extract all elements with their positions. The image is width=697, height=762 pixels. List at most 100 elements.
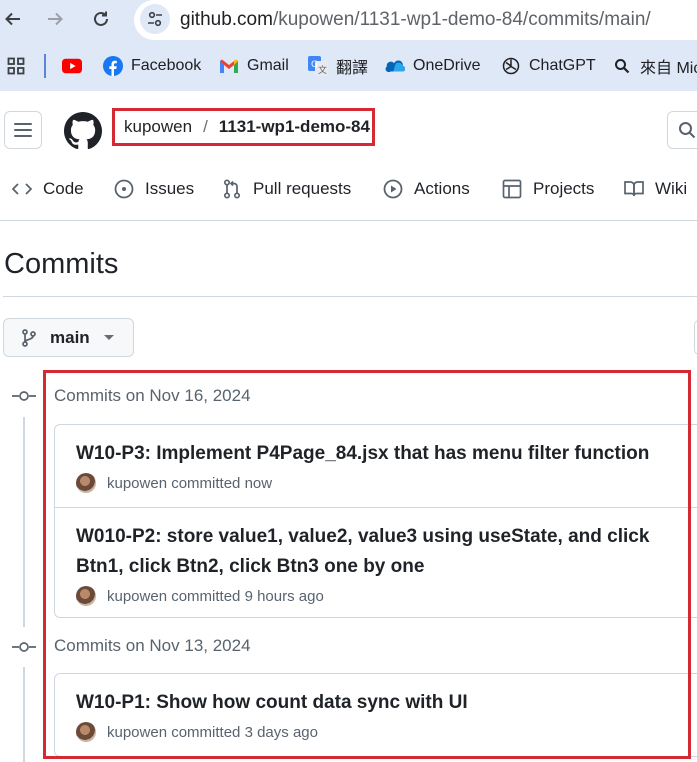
tab-label-actions: Actions <box>414 179 470 198</box>
bookmark-microsoft[interactable]: 來自 Mic <box>612 56 697 77</box>
bookmark-facebook[interactable]: Facebook <box>103 56 201 76</box>
path-separator: / <box>203 117 208 136</box>
repo-breadcrumb: kupowen / 1131-wp1-demo-84 <box>112 108 375 146</box>
commit-action: committed <box>171 474 241 492</box>
bookmark-youtube[interactable] <box>62 56 90 76</box>
bookmark-label-translate: 翻譯 <box>336 60 369 77</box>
browser-address-bar: github.com/kupowen/1131-wp1-demo-84/comm… <box>0 0 697 40</box>
title-divider <box>3 296 697 297</box>
bookmark-label-onedrive: OneDrive <box>413 57 481 74</box>
chatgpt-icon <box>501 56 521 76</box>
play-icon <box>383 179 403 199</box>
git-branch-icon <box>20 328 38 347</box>
onedrive-icon <box>385 56 405 76</box>
arrow-left-icon <box>5 12 20 26</box>
commit-list: W10-P3: Implement P4Page_84.jsx that has… <box>54 424 697 618</box>
avatar[interactable] <box>76 473 96 493</box>
bookmark-onedrive[interactable]: OneDrive <box>385 56 481 76</box>
tab-label-projects: Projects <box>533 179 595 198</box>
bookmark-chatgpt[interactable]: ChatGPT <box>501 56 596 76</box>
bookmark-label-microsoft: 來自 Mic <box>640 60 697 77</box>
svg-text:文: 文 <box>318 64 327 76</box>
tab-wiki[interactable]: Wiki <box>624 179 687 199</box>
svg-text:G: G <box>311 60 318 70</box>
code-icon <box>12 179 32 199</box>
reload-icon <box>94 11 108 26</box>
commit-title[interactable]: W010-P2: store value1, value2, value3 us… <box>76 522 697 582</box>
tab-code[interactable]: Code <box>12 179 84 199</box>
arrow-right-icon <box>48 12 63 26</box>
commit-meta: kupowen committed now <box>76 473 697 493</box>
google-translate-icon: G文 <box>308 56 328 76</box>
url-path: /kupowen/1131-wp1-demo-84/commits/main/ <box>272 9 651 30</box>
search-icon <box>679 122 696 139</box>
back-button[interactable] <box>0 6 26 32</box>
book-icon <box>624 179 644 199</box>
bookmark-apps[interactable] <box>6 56 34 76</box>
gmail-icon <box>219 56 239 76</box>
repo-tabs: Code Issues Pull requests Actions Projec… <box>0 179 697 205</box>
repo-name-link[interactable]: 1131-wp1-demo-84 <box>219 117 370 137</box>
forward-button[interactable] <box>42 6 68 32</box>
commit-time: now <box>244 474 273 492</box>
bookmarks-bar: Facebook Gmail G文 翻譯 OneDrive ChatGPT 來自… <box>0 40 697 91</box>
issue-opened-icon <box>114 179 134 199</box>
commit-author[interactable]: kupowen <box>107 588 167 605</box>
tab-issues[interactable]: Issues <box>114 179 194 199</box>
commit-row[interactable]: W010-P2: store value1, value2, value3 us… <box>55 507 697 617</box>
url-host: github.com <box>180 9 273 30</box>
branch-name: main <box>50 327 90 347</box>
tab-label-issues: Issues <box>145 179 195 198</box>
commit-row[interactable]: W10-P1: Show how count data sync with UI… <box>55 674 697 756</box>
commit-meta: kupowen committed 9 hours ago <box>76 586 697 606</box>
git-commit-icon <box>12 389 36 403</box>
branch-selector[interactable]: main <box>3 318 134 357</box>
commit-author[interactable]: kupowen <box>107 724 167 741</box>
apps-grid-icon <box>6 56 26 76</box>
hamburger-icon <box>14 123 32 137</box>
tab-projects[interactable]: Projects <box>502 179 594 199</box>
commit-group-heading: Commits on Nov 16, 2024 <box>54 386 251 405</box>
menu-button[interactable] <box>4 111 42 149</box>
commit-time: 3 days ago <box>244 723 318 741</box>
tab-label-pull-requests: Pull requests <box>253 179 352 198</box>
git-commit-icon <box>12 640 36 654</box>
commit-action: committed <box>171 587 241 605</box>
search-button[interactable] <box>667 111 697 149</box>
bookmark-divider <box>44 54 46 78</box>
commit-list: W10-P1: Show how count data sync with UI… <box>54 673 697 757</box>
commit-row[interactable]: W10-P3: Implement P4Page_84.jsx that has… <box>55 425 697 507</box>
facebook-icon <box>103 56 123 76</box>
tab-label-code: Code <box>43 179 84 198</box>
commit-title[interactable]: W10-P1: Show how count data sync with UI <box>76 688 697 718</box>
timeline-line <box>23 417 25 627</box>
commit-group-heading: Commits on Nov 13, 2024 <box>54 636 251 655</box>
bookmark-label-chatgpt: ChatGPT <box>529 57 596 74</box>
commit-title[interactable]: W10-P3: Implement P4Page_84.jsx that has… <box>76 439 697 469</box>
git-pull-request-icon <box>222 179 242 199</box>
reload-button[interactable] <box>88 6 114 32</box>
avatar[interactable] <box>76 722 96 742</box>
bookmark-translate[interactable]: G文 翻譯 <box>308 56 369 77</box>
commit-time: 9 hours ago <box>244 587 324 605</box>
repo-header: kupowen / 1131-wp1-demo-84 Code Issues P… <box>0 91 697 221</box>
tab-label-wiki: Wiki <box>655 179 688 198</box>
site-info-button[interactable] <box>140 4 170 34</box>
commit-action: committed <box>171 723 241 741</box>
tab-actions[interactable]: Actions <box>383 179 470 199</box>
github-logo-icon[interactable] <box>64 112 102 155</box>
bookmark-label-gmail: Gmail <box>247 57 289 74</box>
bookmark-label-facebook: Facebook <box>131 57 202 74</box>
commit-meta: kupowen committed 3 days ago <box>76 722 697 742</box>
timeline-line <box>23 667 25 762</box>
table-icon <box>502 179 522 199</box>
tab-pull-requests[interactable]: Pull requests <box>222 179 351 199</box>
bookmark-gmail[interactable]: Gmail <box>219 56 289 76</box>
url-text[interactable]: github.com/kupowen/1131-wp1-demo-84/comm… <box>180 9 651 31</box>
avatar[interactable] <box>76 586 96 606</box>
chevron-down-icon <box>103 335 114 340</box>
repo-owner-link[interactable]: kupowen <box>124 117 192 137</box>
search-icon <box>612 56 632 76</box>
commit-author[interactable]: kupowen <box>107 475 167 492</box>
tune-icon <box>148 11 162 27</box>
